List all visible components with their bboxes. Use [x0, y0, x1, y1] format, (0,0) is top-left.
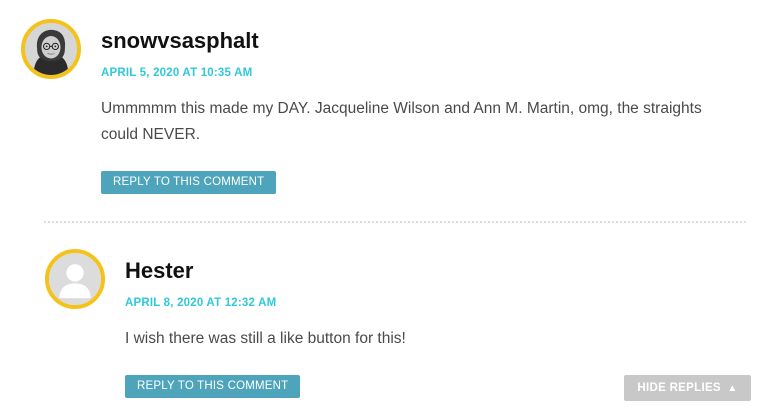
- reply-button[interactable]: REPLY TO THIS COMMENT: [101, 171, 277, 194]
- avatar[interactable]: [21, 19, 81, 79]
- comment-body-line: I wish there was still a like button for…: [125, 330, 406, 347]
- comment-author[interactable]: Hester: [125, 258, 193, 284]
- comment-body-line: could NEVER.: [101, 126, 201, 143]
- user-photo-avatar-icon: [25, 23, 77, 75]
- comment-timestamp[interactable]: APRIL 5, 2020 AT 10:35 AM: [101, 67, 252, 79]
- comment-timestamp[interactable]: APRIL 8, 2020 AT 12:32 AM: [125, 297, 276, 309]
- default-user-avatar-icon: [49, 253, 101, 305]
- comment-body-line: Ummmmm this made my DAY. Jacqueline Wils…: [101, 100, 702, 117]
- reply-button[interactable]: REPLY TO THIS COMMENT: [125, 375, 301, 398]
- comment-author[interactable]: snowvsasphalt: [101, 28, 259, 54]
- comment: snowvsasphalt APRIL 5, 2020 AT 10:35 AM …: [0, 0, 766, 210]
- comment-body: I wish there was still a like button for…: [125, 326, 725, 352]
- triangle-up-icon: ▲: [727, 383, 738, 394]
- comment-body: Ummmmm this made my DAY. Jacqueline Wils…: [101, 96, 741, 148]
- comment-divider: [44, 221, 746, 223]
- hide-replies-label: HIDE REPLIES: [637, 382, 721, 394]
- hide-replies-button[interactable]: HIDE REPLIES ▲: [624, 375, 751, 401]
- avatar[interactable]: [45, 249, 105, 309]
- comments-section: snowvsasphalt APRIL 5, 2020 AT 10:35 AM …: [0, 0, 766, 419]
